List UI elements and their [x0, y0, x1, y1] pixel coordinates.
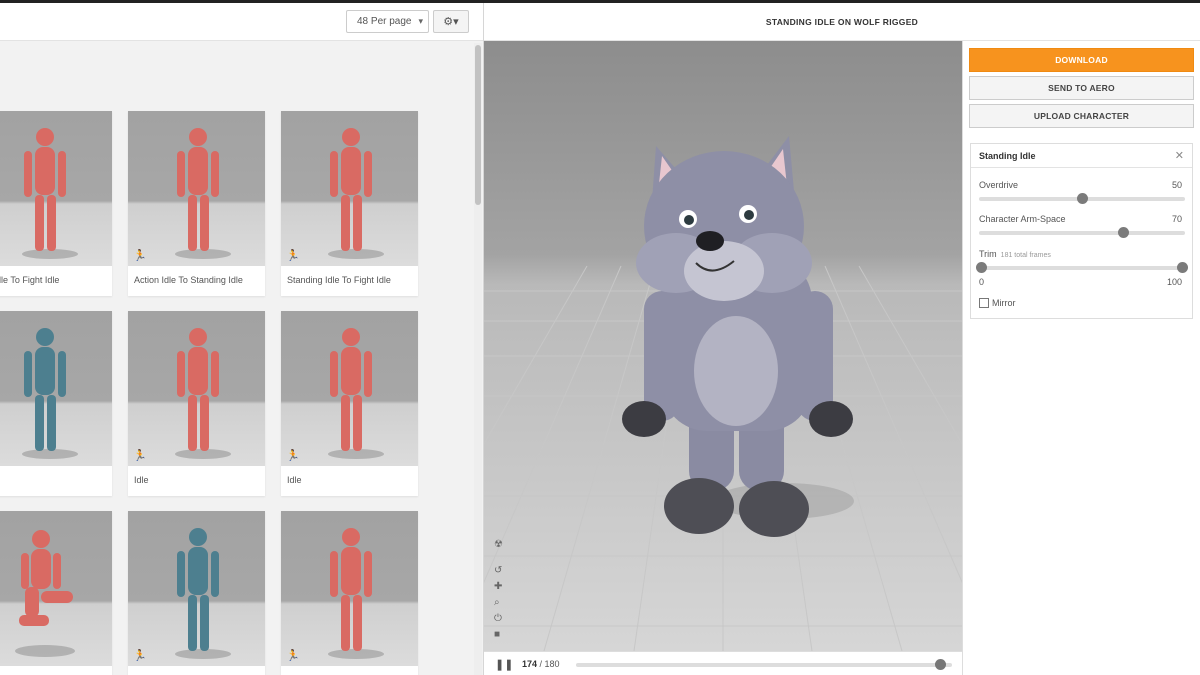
animation-thumbnail[interactable]: 🏃 — [128, 511, 265, 666]
character-figure — [22, 128, 78, 259]
close-icon[interactable]: ✕ — [1175, 149, 1184, 162]
reset-camera-icon[interactable]: ↺ — [494, 565, 502, 576]
trim-end-knob[interactable] — [1177, 262, 1188, 273]
mirror-label: Mirror — [992, 298, 1016, 308]
animation-thumbnail[interactable]: 🏃 — [281, 511, 418, 666]
arm-space-slider[interactable] — [979, 227, 1185, 238]
wolf-character — [622, 136, 854, 537]
per-page-select[interactable]: 48 Per page ▾ — [346, 10, 429, 33]
timeline-knob[interactable] — [934, 659, 946, 670]
animation-card[interactable]: 🏃 — [281, 511, 418, 675]
viewer-title: STANDING IDLE ON WOLF RIGGED — [484, 3, 1200, 41]
frame-current: 174 — [522, 659, 538, 669]
animation-card[interactable]: 🏃 — [128, 511, 265, 675]
in-place-icon: 🏃 — [133, 250, 147, 262]
character-figure — [175, 128, 231, 259]
animation-thumbnail[interactable]: 🏃 — [0, 111, 112, 266]
in-place-icon: 🏃 — [286, 650, 300, 662]
zoom-icon[interactable]: ⌕ — [494, 597, 500, 608]
in-place-icon: 🏃 — [286, 450, 300, 462]
animation-caption: Action Idle To Standing Idle — [134, 275, 243, 285]
stage-scene — [484, 136, 962, 651]
in-place-icon: 🏃 — [286, 250, 300, 262]
animation-caption: Standing Idle To Fight Idle — [287, 275, 391, 285]
character-viewer: STANDING IDLE ON WOLF RIGGED ☢ ↺ ✚ ⌕ ⏻ ■… — [484, 3, 1200, 675]
animation-thumbnail[interactable]: 🏃 — [0, 311, 112, 466]
arm-space-value: 70 — [1171, 214, 1182, 224]
animation-card[interactable]: 🏃 Idle — [281, 311, 418, 496]
animation-caption: Idle — [287, 475, 302, 485]
pan-icon[interactable]: ✚ — [494, 581, 502, 592]
animation-thumbnail[interactable]: 🏃 — [128, 111, 265, 266]
frame-total: / 180 — [537, 659, 560, 669]
trim-max: 100 — [1166, 277, 1182, 287]
camera-icon[interactable]: ■ — [494, 629, 500, 640]
character-figure — [22, 328, 78, 459]
library-toolbar: 48 Per page ▾ ⚙▾ — [0, 3, 483, 41]
library-scrollbar[interactable] — [474, 43, 482, 675]
character-figure — [15, 530, 75, 657]
animation-settings-card: Standing Idle ✕ Overdrive 50 Character A… — [970, 143, 1193, 319]
send-to-aero-button[interactable]: SEND TO AERO — [969, 76, 1194, 100]
animation-caption: Idle — [134, 475, 149, 485]
settings-header: Standing Idle ✕ — [971, 144, 1192, 168]
animation-thumbnail[interactable]: 🏃 — [128, 311, 265, 466]
in-place-icon: 🏃 — [133, 650, 147, 662]
animation-card[interactable]: 🏃 — [0, 311, 112, 496]
app-window: 48 Per page ▾ ⚙▾ 🏃on Idle To Fight Idle🏃… — [0, 0, 1200, 675]
trim-title: Trim — [979, 249, 997, 259]
overdrive-slider[interactable] — [979, 193, 1185, 204]
skeleton-toggle-icon[interactable]: ☢ — [494, 539, 503, 550]
chevron-down-icon: ▾ — [418, 16, 423, 26]
character-figure — [175, 328, 231, 459]
scrollbar-thumb[interactable] — [475, 45, 481, 205]
mirror-checkbox[interactable] — [979, 298, 989, 308]
arm-space-knob[interactable] — [1118, 227, 1130, 238]
playback-bar: ❚❚ 174 / 180 — [484, 651, 962, 675]
animation-caption: on Idle To Fight Idle — [0, 275, 60, 285]
settings-dropdown-button[interactable]: ⚙▾ — [433, 10, 469, 33]
frame-readout: 174 / 180 — [522, 659, 560, 669]
download-button[interactable]: DOWNLOAD — [969, 48, 1194, 72]
overdrive-value: 50 — [1171, 180, 1182, 190]
power-icon[interactable]: ⏻ — [494, 613, 502, 624]
animation-card[interactable]: 🏃 — [0, 511, 112, 675]
animation-card[interactable]: 🏃 Standing Idle To Fight Idle — [281, 111, 418, 296]
trim-total-frames: 181 total frames — [1000, 252, 1051, 259]
animation-thumbnail[interactable]: 🏃 — [0, 511, 112, 666]
gear-icon: ⚙▾ — [443, 16, 459, 28]
overdrive-label: Overdrive — [979, 180, 1019, 190]
settings-title: Standing Idle — [979, 151, 1036, 161]
animation-card[interactable]: 🏃 Action Idle To Standing Idle — [128, 111, 265, 296]
character-figure — [175, 528, 231, 659]
3d-stage[interactable]: ☢ ↺ ✚ ⌕ ⏻ ■ — [484, 41, 962, 651]
animation-library-panel: 48 Per page ▾ ⚙▾ 🏃on Idle To Fight Idle🏃… — [0, 3, 484, 675]
arm-space-label: Character Arm-Space — [979, 214, 1066, 224]
upload-character-button[interactable]: UPLOAD CHARACTER — [969, 104, 1194, 128]
per-page-value: 48 Per page — [357, 16, 412, 27]
character-figure — [328, 528, 384, 659]
animation-card[interactable]: 🏃 Idle — [128, 311, 265, 496]
mirror-option[interactable]: Mirror — [979, 298, 1016, 308]
in-place-icon: 🏃 — [133, 450, 147, 462]
character-figure — [328, 328, 384, 459]
trim-range-slider[interactable] — [976, 262, 1188, 273]
trim-start-knob[interactable] — [976, 262, 987, 273]
pause-icon[interactable]: ❚❚ — [495, 658, 513, 671]
timeline-slider[interactable] — [576, 659, 952, 670]
overdrive-knob[interactable] — [1077, 193, 1088, 204]
trim-min: 0 — [979, 277, 985, 287]
animation-card[interactable]: 🏃 on Idle To Fight Idle — [0, 111, 112, 296]
character-figure — [328, 128, 384, 259]
action-panel: DOWNLOAD SEND TO AERO UPLOAD CHARACTER S… — [962, 41, 1200, 675]
animation-thumbnail[interactable]: 🏃 — [281, 311, 418, 466]
animation-thumbnail[interactable]: 🏃 — [281, 111, 418, 266]
trim-label: Trim 181 total frames — [979, 249, 1051, 259]
